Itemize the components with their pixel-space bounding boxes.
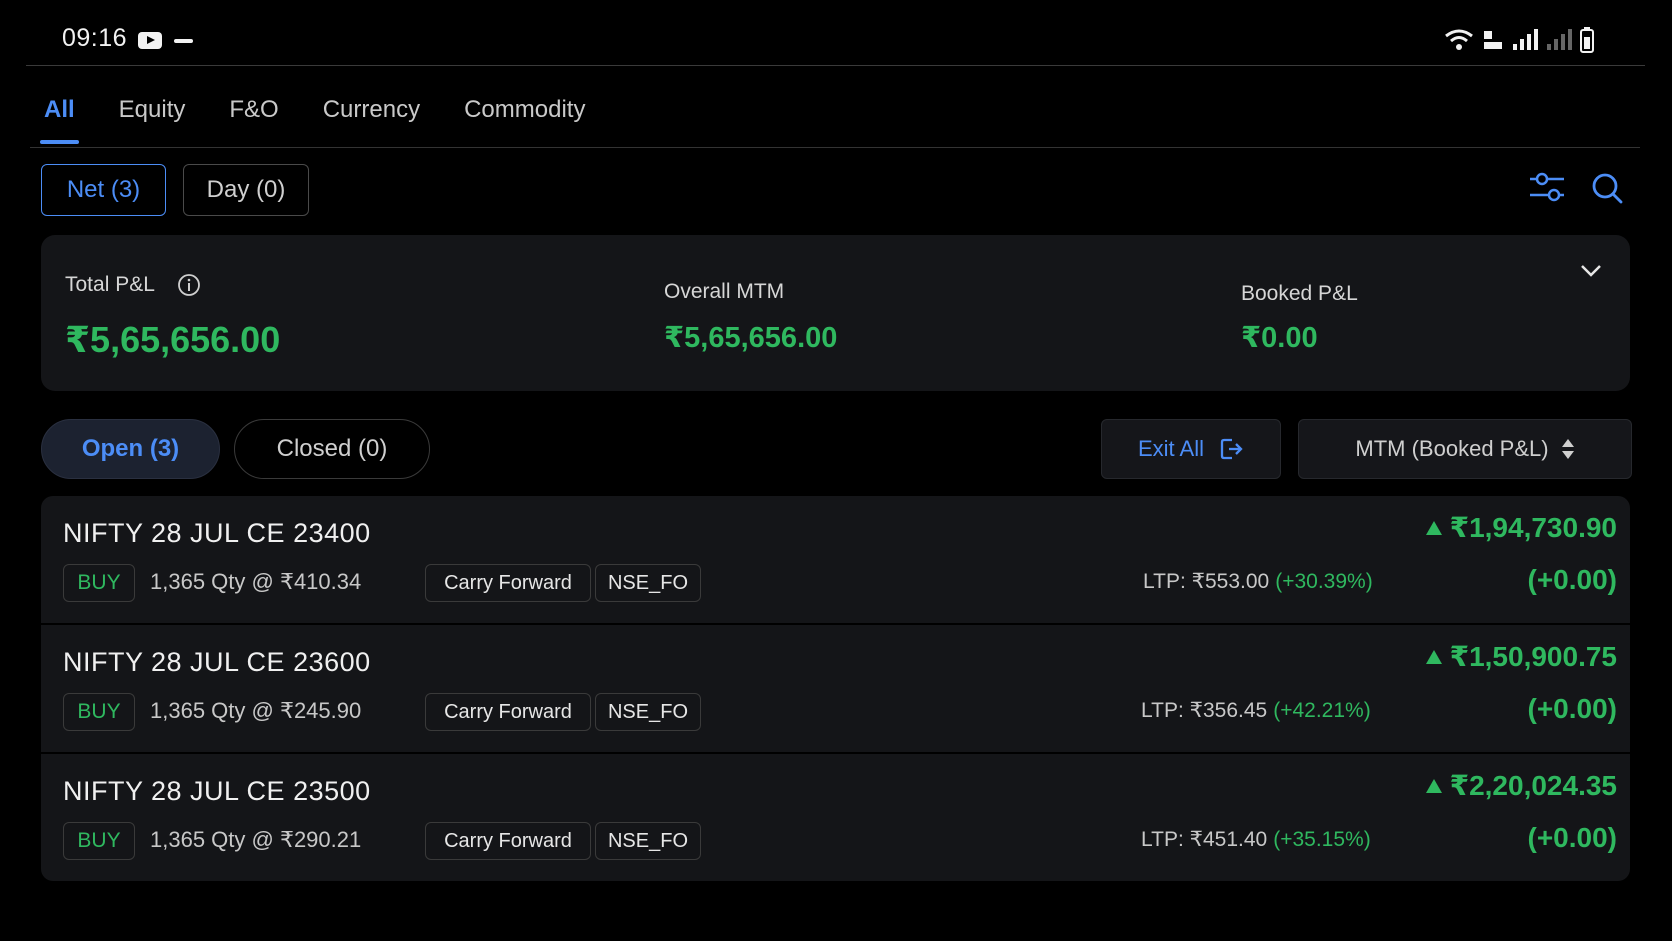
tab-equity[interactable]: Equity	[115, 96, 190, 146]
pnl-change: (+0.00)	[1527, 822, 1618, 853]
tab-currency[interactable]: Currency	[319, 96, 424, 146]
ltp-change: (+30.39%)	[1275, 570, 1373, 593]
product-tag: Carry Forward	[425, 564, 591, 602]
up-arrow-icon	[1425, 520, 1442, 535]
up-arrow-icon	[1425, 649, 1442, 664]
exit-icon	[1220, 438, 1243, 460]
youtube-icon	[138, 32, 162, 49]
closed-positions-toggle[interactable]: Closed (0)	[234, 419, 430, 479]
tabs-divider	[30, 147, 1640, 148]
position-pnl: ₹1,50,900.75	[1425, 640, 1617, 673]
total-pnl-label: Total P&L	[65, 273, 155, 296]
position-row[interactable]: NIFTY 28 JUL CE 23400 BUY 1,365 Qty @ ₹4…	[41, 496, 1630, 623]
open-positions-toggle[interactable]: Open (3)	[41, 419, 220, 479]
position-name: NIFTY 28 JUL CE 23500	[63, 776, 371, 806]
exit-all-label: Exit All	[1137, 436, 1205, 461]
exchange-tag: NSE_FO	[595, 564, 701, 602]
position-pnl: ₹2,20,024.35	[1425, 769, 1617, 802]
status-icons	[1444, 26, 1594, 54]
tab-commodity[interactable]: Commodity	[460, 96, 589, 146]
chevron-down-icon[interactable]	[1579, 263, 1603, 279]
status-divider	[26, 65, 1645, 66]
pnl-value: ₹1,94,730.90	[1449, 512, 1617, 543]
booked-pnl-label: Booked P&L	[1241, 282, 1358, 305]
row-divider	[41, 623, 1630, 625]
ltp-value: LTP: ₹451.40	[1141, 828, 1268, 851]
tab-all[interactable]: All	[40, 96, 79, 146]
pnl-change: (+0.00)	[1527, 564, 1618, 595]
ltp-text: LTP: ₹553.00 (+30.39%)	[1143, 569, 1373, 594]
total-pnl-value: ₹5,65,656.00	[65, 319, 281, 360]
up-arrow-icon	[1425, 778, 1442, 793]
signal-secondary-icon	[1547, 29, 1572, 50]
position-row[interactable]: NIFTY 28 JUL CE 23500 BUY 1,365 Qty @ ₹2…	[41, 754, 1630, 881]
side-badge: BUY	[63, 693, 135, 731]
tab-fno[interactable]: F&O	[225, 96, 282, 146]
notification-dash-icon	[174, 39, 193, 43]
row-divider	[41, 752, 1630, 754]
position-qty: 1,365 Qty @ ₹290.21	[150, 827, 362, 852]
sort-dropdown[interactable]: MTM (Booked P&L)	[1298, 419, 1632, 479]
side-badge: BUY	[63, 564, 135, 602]
pnl-change: (+0.00)	[1527, 693, 1618, 724]
day-toggle[interactable]: Day (0)	[183, 164, 309, 216]
overall-mtm-value: ₹5,65,656.00	[664, 322, 838, 354]
search-icon[interactable]	[1590, 171, 1624, 205]
position-name: NIFTY 28 JUL CE 23400	[63, 518, 371, 548]
position-name: NIFTY 28 JUL CE 23600	[63, 647, 371, 677]
segment-tabs: All Equity F&O Currency Commodity	[40, 96, 625, 146]
position-qty: 1,365 Qty @ ₹410.34	[150, 569, 362, 594]
product-tag: Carry Forward	[425, 822, 591, 860]
ltp-text: LTP: ₹356.45 (+42.21%)	[1141, 698, 1371, 723]
signal-icon	[1513, 29, 1538, 50]
ltp-value: LTP: ₹356.45	[1141, 699, 1268, 722]
wifi-icon	[1445, 29, 1473, 50]
ltp-change: (+42.21%)	[1273, 699, 1371, 722]
pnl-value: ₹2,20,024.35	[1449, 770, 1617, 801]
sort-arrows-icon	[1561, 439, 1574, 459]
exchange-tag: NSE_FO	[595, 822, 701, 860]
ltp-value: LTP: ₹553.00	[1143, 570, 1270, 593]
volte-icon	[1484, 31, 1502, 49]
pnl-value: ₹1,50,900.75	[1449, 641, 1617, 672]
booked-pnl-value: ₹0.00	[1241, 322, 1318, 354]
position-row[interactable]: NIFTY 28 JUL CE 23600 BUY 1,365 Qty @ ₹2…	[41, 625, 1630, 752]
sort-label: MTM (Booked P&L)	[1355, 436, 1549, 461]
battery-icon	[1580, 27, 1594, 53]
product-tag: Carry Forward	[425, 693, 591, 731]
filter-icon[interactable]	[1528, 170, 1566, 204]
ltp-text: LTP: ₹451.40 (+35.15%)	[1141, 827, 1371, 852]
ltp-change: (+35.15%)	[1273, 828, 1371, 851]
net-toggle[interactable]: Net (3)	[41, 164, 166, 216]
status-time: 09:16	[62, 24, 128, 52]
overall-mtm-label: Overall MTM	[664, 280, 785, 303]
position-pnl: ₹1,94,730.90	[1425, 511, 1617, 544]
exchange-tag: NSE_FO	[595, 693, 701, 731]
position-qty: 1,365 Qty @ ₹245.90	[150, 698, 362, 723]
exit-all-button[interactable]: Exit All	[1101, 419, 1281, 479]
pnl-summary-card: Total P&L ₹5,65,656.00 Overall MTM ₹5,65…	[41, 235, 1630, 391]
side-badge: BUY	[63, 822, 135, 860]
info-icon[interactable]	[177, 273, 201, 297]
